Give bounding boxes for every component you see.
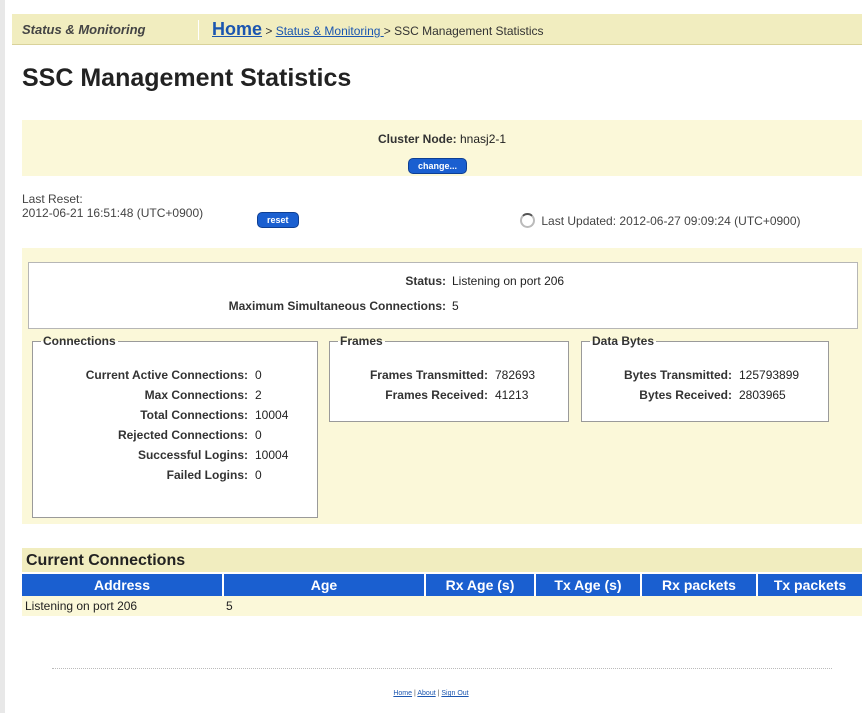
- top-bar: Status & Monitoring Home > Status & Moni…: [12, 14, 862, 45]
- breadcrumb-status-monitoring-link[interactable]: Status & Monitoring: [276, 24, 384, 38]
- status-row: Status: Listening on port 206: [29, 274, 564, 288]
- current-active-connections-value: 0: [255, 368, 262, 382]
- refresh-spinner-icon: [520, 213, 535, 228]
- connections-row: Rejected Connections: 0: [33, 428, 262, 442]
- total-connections-label: Total Connections:: [140, 408, 248, 422]
- last-updated-label: Last Updated:: [541, 214, 617, 228]
- last-reset-label: Last Reset:: [22, 192, 83, 206]
- connections-row: Total Connections: 10004: [33, 408, 288, 422]
- column-header-rx-age[interactable]: Rx Age (s): [425, 574, 536, 596]
- table-cell-rx-age: [425, 596, 535, 616]
- status-value: Listening on port 206: [452, 274, 565, 288]
- column-header-address[interactable]: Address: [22, 574, 224, 596]
- table-cell-tx-age: [535, 596, 641, 616]
- successful-logins-label: Successful Logins:: [137, 448, 248, 462]
- column-header-tx-age[interactable]: Tx Age (s): [535, 574, 642, 596]
- bar-separator: [198, 20, 199, 40]
- breadcrumb: Home > Status & Monitoring > SSC Managem…: [212, 19, 544, 40]
- connections-group: Connections Current Active Connections: 0…: [32, 334, 318, 518]
- connections-row: Successful Logins: 10004: [33, 448, 288, 462]
- breadcrumb-separator: >: [383, 24, 395, 38]
- max-connections-label: Max Connections:: [144, 388, 248, 402]
- data-bytes-legend: Data Bytes: [592, 334, 655, 348]
- column-header-age[interactable]: Age: [223, 574, 426, 596]
- table-cell-tx-packets: [757, 596, 862, 616]
- frames-transmitted-value: 782693: [495, 368, 536, 382]
- rejected-connections-value: 0: [255, 428, 262, 442]
- last-reset-info: Last Reset: 2012-06-21 16:51:48 (UTC+090…: [22, 192, 203, 220]
- section-name: Status & Monitoring: [22, 22, 146, 37]
- footer-divider: [52, 668, 832, 669]
- cluster-node-value: hnasj2-1: [460, 132, 507, 146]
- connections-row: Max Connections: 2: [33, 388, 262, 402]
- table-row: Listening on port 206 5: [22, 596, 862, 616]
- bytes-transmitted-value: 125793899: [739, 368, 800, 382]
- max-connections-value: 2: [255, 388, 262, 402]
- total-connections-value: 10004: [255, 408, 289, 422]
- frames-row: Frames Received: 41213: [330, 388, 528, 402]
- data-bytes-group: Data Bytes Bytes Transmitted: 125793899 B…: [581, 334, 829, 422]
- page-title: SSC Management Statistics: [22, 64, 352, 92]
- failed-logins-value: 0: [255, 468, 262, 482]
- connections-row: Failed Logins: 0: [33, 468, 262, 482]
- current-active-connections-label: Current Active Connections:: [85, 368, 248, 382]
- frames-transmitted-label: Frames Transmitted:: [369, 368, 488, 382]
- successful-logins-value: 10004: [255, 448, 289, 462]
- frames-legend: Frames: [340, 334, 383, 348]
- column-header-tx-packets[interactable]: Tx packets: [757, 574, 862, 596]
- table-cell-address: Listening on port 206: [22, 596, 223, 616]
- failed-logins-label: Failed Logins:: [166, 468, 248, 482]
- column-header-rx-packets[interactable]: Rx packets: [641, 574, 758, 596]
- rejected-connections-label: Rejected Connections:: [117, 428, 248, 442]
- connections-row: Current Active Connections: 0: [33, 368, 262, 382]
- footer-links: Home | About | Sign Out: [0, 690, 862, 697]
- current-connections-header: Current Connections: [22, 548, 862, 572]
- last-updated-info: Last Updated: 2012-06-27 09:09:24 (UTC+0…: [520, 213, 801, 228]
- status-label: Status:: [405, 274, 446, 288]
- table-cell-age: 5: [223, 596, 425, 616]
- bytes-received-label: Bytes Received:: [639, 388, 732, 402]
- breadcrumb-separator: >: [262, 24, 276, 38]
- max-simultaneous-value: 5: [452, 299, 459, 313]
- table-header-row: Address Age Rx Age (s) Tx Age (s) Rx pac…: [22, 574, 862, 596]
- bytes-received-value: 2803965: [739, 388, 786, 402]
- window-left-edge: [0, 0, 5, 713]
- data-bytes-row: Bytes Transmitted: 125793899: [582, 368, 799, 382]
- frames-group: Frames Frames Transmitted: 782693 Frames …: [329, 334, 569, 422]
- last-updated-value: 2012-06-27 09:09:24 (UTC+0900): [619, 214, 801, 228]
- footer-home-link[interactable]: Home: [393, 690, 412, 697]
- connections-legend: Connections: [43, 334, 116, 348]
- max-simultaneous-row: Maximum Simultaneous Connections: 5: [29, 299, 459, 313]
- last-reset-value: 2012-06-21 16:51:48 (UTC+0900): [22, 206, 204, 220]
- cluster-node-panel: Cluster Node: hnasj2-1 change...: [22, 120, 862, 176]
- cluster-node-row: Cluster Node: hnasj2-1: [22, 132, 862, 146]
- data-bytes-row: Bytes Received: 2803965: [582, 388, 786, 402]
- frames-row: Frames Transmitted: 782693: [330, 368, 535, 382]
- footer-sign-out-link[interactable]: Sign Out: [441, 690, 468, 697]
- frames-received-label: Frames Received:: [385, 388, 488, 402]
- table-cell-rx-packets: [641, 596, 757, 616]
- bytes-transmitted-label: Bytes Transmitted:: [623, 368, 732, 382]
- status-box: Status: Listening on port 206 Maximum Sim…: [28, 262, 858, 329]
- change-node-button[interactable]: change...: [408, 158, 468, 174]
- reset-button[interactable]: reset: [257, 212, 299, 228]
- max-simultaneous-label: Maximum Simultaneous Connections:: [228, 299, 446, 313]
- breadcrumb-current: SSC Management Statistics: [394, 24, 544, 38]
- current-connections-title: Current Connections: [26, 552, 186, 569]
- current-connections-table: Address Age Rx Age (s) Tx Age (s) Rx pac…: [22, 574, 862, 616]
- breadcrumb-home-link[interactable]: Home: [212, 19, 262, 39]
- footer-about-link[interactable]: About: [417, 690, 435, 697]
- statistics-panel: Status: Listening on port 206 Maximum Sim…: [22, 248, 862, 524]
- cluster-node-label: Cluster Node:: [377, 132, 457, 146]
- frames-received-value: 41213: [495, 388, 529, 402]
